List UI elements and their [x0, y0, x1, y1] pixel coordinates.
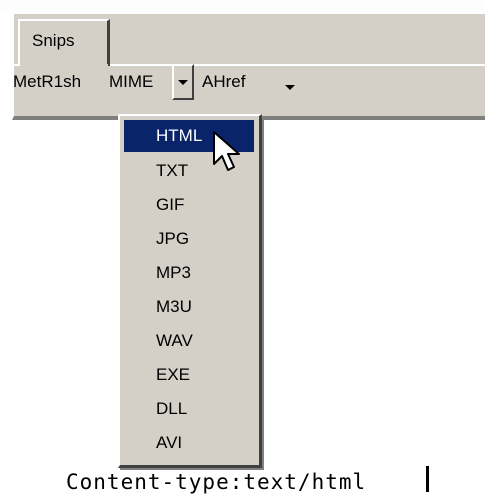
mouse-cursor-icon — [213, 131, 240, 171]
dropdown-item-exe[interactable]: EXE — [124, 359, 254, 391]
top-strip — [0, 0, 485, 12]
text-caret — [426, 466, 429, 492]
dropdown-item-wav[interactable]: WAV — [124, 325, 254, 357]
dropdown-item-m3u[interactable]: M3U — [124, 291, 254, 323]
chevron-down-icon[interactable] — [285, 85, 295, 90]
chevron-down-icon — [178, 80, 188, 85]
mime-dropdown-button[interactable] — [172, 64, 194, 100]
metr1sh-menu[interactable]: MetR1sh — [13, 62, 81, 102]
dropdown-item-jpg[interactable]: JPG — [124, 223, 254, 255]
content-type-text: Content-type:text/html — [66, 470, 367, 494]
toolbar-panel: Snips — [12, 12, 485, 120]
dropdown-item-dll[interactable]: DLL — [124, 393, 254, 425]
dropdown-item-gif[interactable]: GIF — [124, 189, 254, 221]
ahref-menu[interactable]: AHref — [202, 62, 245, 102]
tab-snips[interactable]: Snips — [18, 19, 110, 66]
dropdown-item-mp3[interactable]: MP3 — [124, 257, 254, 289]
mime-menu[interactable]: MIME — [109, 62, 153, 102]
dropdown-item-avi[interactable]: AVI — [124, 427, 254, 459]
